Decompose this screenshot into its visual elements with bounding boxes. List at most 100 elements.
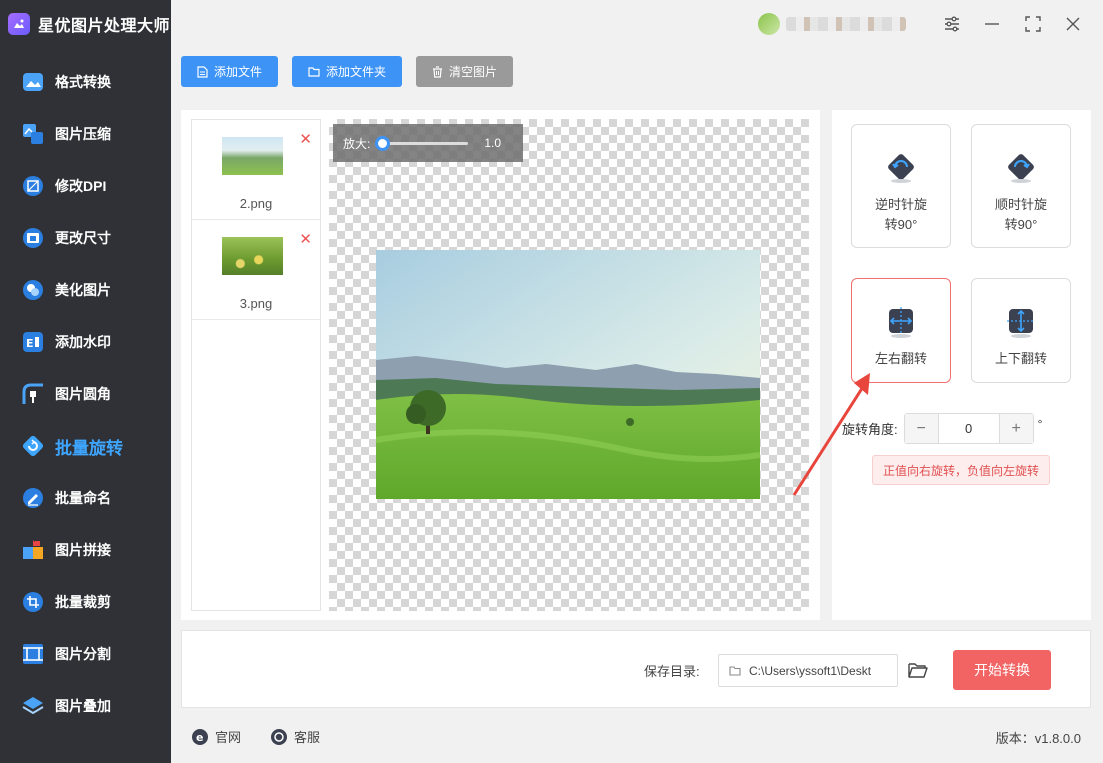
zoom-slider[interactable] xyxy=(375,135,469,151)
rotate-ccw-label: 逆时针旋 转90° xyxy=(874,197,927,232)
zoom-label: 放大: xyxy=(343,136,371,151)
sidebar-item-overlay[interactable]: 图片叠加 xyxy=(0,680,171,732)
rotation-hint: 正值向右旋转，负值向左旋转 xyxy=(872,455,1050,485)
sidebar-nav: 格式转换 图片压缩 修改DPI 更改尺寸 美化图片 E 添加水印 图片圆角 批量 xyxy=(0,56,171,732)
app-logo xyxy=(8,13,30,35)
round-corner-icon xyxy=(20,381,46,407)
sidebar-item-label: 图片叠加 xyxy=(55,698,111,714)
flip-horizontal-button[interactable]: 左右翻转 xyxy=(851,278,951,383)
rotate-cw-label: 顺时针旋 转90° xyxy=(994,197,1047,232)
zoom-slider-handle[interactable] xyxy=(375,135,391,151)
save-path-field[interactable]: C:\Users\yssoft1\Deskt xyxy=(718,654,898,687)
close-icon[interactable] xyxy=(1061,12,1085,36)
watermark-icon: E xyxy=(20,329,46,355)
svg-text:e: e xyxy=(196,731,203,744)
sidebar-item-round-corner[interactable]: 图片圆角 xyxy=(0,368,171,420)
increment-button[interactable]: + xyxy=(999,414,1033,443)
website-label: 官网 xyxy=(215,730,242,745)
sidebar-item-dpi[interactable]: 修改DPI xyxy=(0,160,171,212)
browse-folder-icon[interactable] xyxy=(906,658,930,682)
svg-text:E: E xyxy=(26,337,34,350)
dpi-icon xyxy=(20,173,46,199)
sidebar-item-label: 图片分割 xyxy=(55,646,111,662)
split-icon xyxy=(20,641,46,667)
rotate-ccw-button[interactable]: 逆时针旋 转90° xyxy=(851,124,951,248)
user-profile[interactable] xyxy=(758,12,918,36)
sidebar-item-resize[interactable]: 更改尺寸 xyxy=(0,212,171,264)
sidebar-item-label: 批量裁剪 xyxy=(55,594,111,610)
file-name: 3.png xyxy=(239,296,273,311)
sidebar-item-beautify[interactable]: 美化图片 xyxy=(0,264,171,316)
list-item[interactable]: ✕ 3.png xyxy=(192,220,320,320)
sidebar: 星优图片处理大师 格式转换 图片压缩 修改DPI 更改尺寸 美化图片 E 添加水… xyxy=(0,0,171,763)
resize-icon xyxy=(20,225,46,251)
rotation-angle-label: 旋转角度: xyxy=(842,422,898,437)
operations-panel: 逆时针旋 转90° 顺时针旋 转90° 左右翻转 上下翻转 旋转角度: − 0 … xyxy=(832,110,1091,620)
overlay-icon xyxy=(20,693,46,719)
sidebar-item-batch-rename[interactable]: 批量命名 xyxy=(0,472,171,524)
format-convert-icon xyxy=(20,69,46,95)
sidebar-item-split[interactable]: 图片分割 xyxy=(0,628,171,680)
sidebar-item-batch-crop[interactable]: 批量裁剪 xyxy=(0,576,171,628)
add-file-button[interactable]: 添加文件 xyxy=(181,56,279,87)
flip-vertical-button[interactable]: 上下翻转 xyxy=(971,278,1071,383)
title-bar xyxy=(171,0,1103,48)
sidebar-item-watermark[interactable]: E 添加水印 xyxy=(0,316,171,368)
website-link[interactable]: e 官网 xyxy=(191,727,241,746)
rotate-cw-button[interactable]: 顺时针旋 转90° xyxy=(971,124,1071,248)
remove-file-icon[interactable]: ✕ xyxy=(299,230,312,248)
sidebar-item-label: 批量命名 xyxy=(55,490,111,506)
rotation-angle-stepper: − 0 + xyxy=(903,413,1034,444)
app-header: 星优图片处理大师 xyxy=(0,0,171,48)
crop-icon xyxy=(20,589,46,615)
preview-image xyxy=(376,250,760,499)
sidebar-item-batch-rotate[interactable]: 批量旋转 xyxy=(0,420,171,472)
chat-icon xyxy=(271,728,287,745)
rotation-angle-input[interactable]: 0 xyxy=(937,414,1000,443)
clear-images-button[interactable]: 清空图片 xyxy=(416,56,514,87)
sidebar-item-label: 图片圆角 xyxy=(55,386,111,402)
flip-vertical-label: 上下翻转 xyxy=(994,351,1047,366)
maximize-icon[interactable] xyxy=(1021,12,1045,36)
trash-icon xyxy=(433,65,443,78)
zoom-value: 1.0 xyxy=(484,136,502,150)
settings-icon[interactable] xyxy=(940,12,964,36)
app-title: 星优图片处理大师 xyxy=(38,18,171,35)
support-link[interactable]: 客服 xyxy=(270,727,320,746)
toolbar: 添加文件 添加文件夹 清空图片 xyxy=(181,56,514,87)
folder-icon xyxy=(308,67,320,77)
ie-icon: e xyxy=(192,728,208,745)
preview-canvas: 放大: 1.0 xyxy=(329,119,809,611)
preview-panel: ✕ 2.png ✕ 3.png 放大: 1.0 xyxy=(181,110,820,620)
sidebar-item-label: 格式转换 xyxy=(55,74,111,90)
remove-file-icon[interactable]: ✕ xyxy=(299,130,312,148)
beautify-icon xyxy=(20,277,46,303)
sidebar-item-label: 修改DPI xyxy=(55,178,107,194)
sidebar-item-compress[interactable]: 图片压缩 xyxy=(0,108,171,160)
add-folder-label: 添加文件夹 xyxy=(326,65,387,79)
list-item[interactable]: ✕ 2.png xyxy=(192,120,320,220)
compress-icon xyxy=(20,121,46,147)
save-bar: 保存目录: C:\Users\yssoft1\Deskt 开始转换 xyxy=(181,630,1091,708)
start-convert-button[interactable]: 开始转换 xyxy=(953,650,1051,690)
sidebar-item-label: 更改尺寸 xyxy=(55,230,111,246)
user-name-blurred xyxy=(786,17,906,31)
image-thumbnail xyxy=(222,237,283,275)
decrement-button[interactable]: − xyxy=(904,414,938,443)
stitch-icon xyxy=(20,537,46,563)
image-thumbnail xyxy=(222,137,283,175)
sidebar-item-stitch[interactable]: 图片拼接 xyxy=(0,524,171,576)
minimize-icon[interactable] xyxy=(980,12,1004,36)
folder-icon xyxy=(729,666,741,676)
sidebar-item-format-convert[interactable]: 格式转换 xyxy=(0,56,171,108)
rotation-angle-row: 旋转角度: − 0 + ° xyxy=(842,413,1042,444)
save-directory-label: 保存目录: xyxy=(644,664,700,679)
add-file-label: 添加文件 xyxy=(214,65,263,79)
file-list: ✕ 2.png ✕ 3.png xyxy=(191,119,321,611)
footer: e 官网 客服 版本：v1.8.0.0 xyxy=(181,720,1091,752)
flip-horizontal-label: 左右翻转 xyxy=(874,351,927,366)
sidebar-item-label: 图片压缩 xyxy=(55,126,111,142)
add-folder-button[interactable]: 添加文件夹 xyxy=(292,56,403,87)
clear-images-label: 清空图片 xyxy=(449,65,498,79)
rename-icon xyxy=(20,485,46,511)
